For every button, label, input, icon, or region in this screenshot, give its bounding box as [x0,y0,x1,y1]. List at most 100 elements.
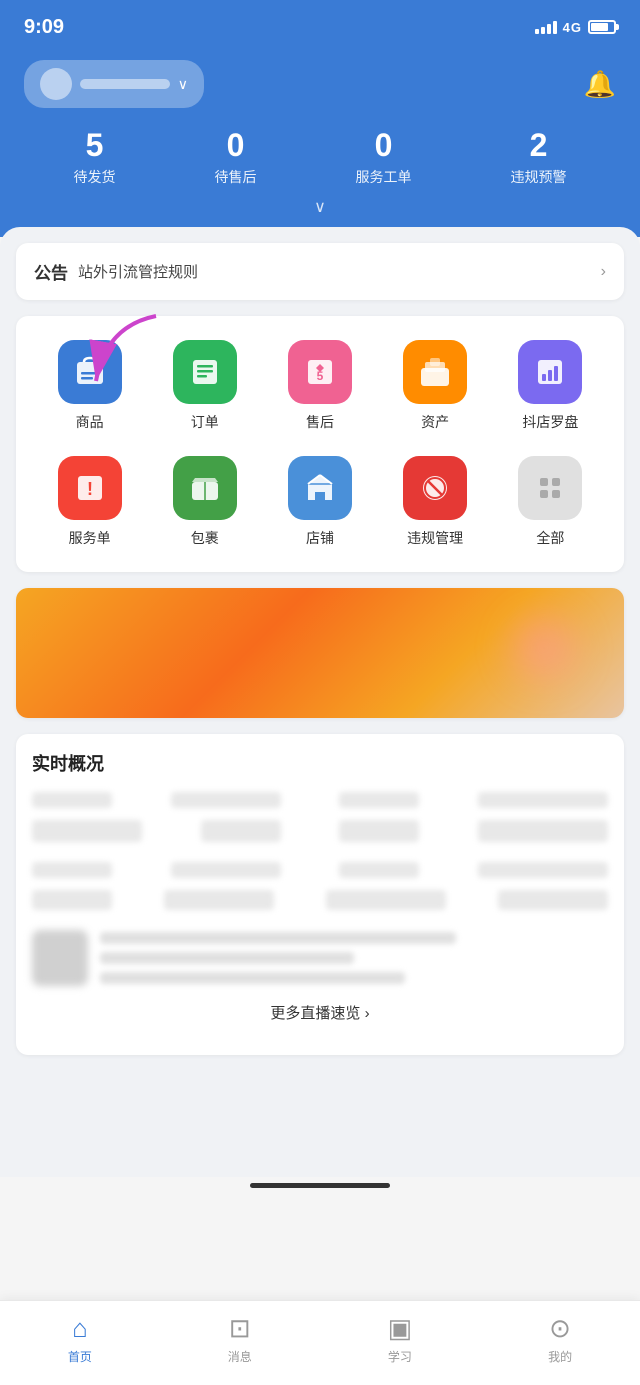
nav-label-home: 首页 [68,1348,92,1365]
violation-icon [403,456,467,520]
menu-row-2: ! 服务单 包裹 [32,448,608,556]
stat-pending-after[interactable]: 0 待售后 [215,128,257,187]
all-label: 全部 [536,528,564,548]
blur-stat-4 [478,792,608,808]
realtime-title: 实时概况 [32,750,608,776]
bell-icon[interactable]: 🔔 [584,69,616,100]
menu-item-compass[interactable]: 抖店罗盘 [500,332,600,440]
blur-val-3 [339,820,419,842]
home-indicator [250,1183,390,1188]
menu-item-violation[interactable]: 违规管理 [385,448,485,556]
aftersale-icon: 5 [288,340,352,404]
banner[interactable] [16,588,624,718]
more-arrow-icon: › [365,1005,370,1022]
menu-item-orders[interactable]: 订单 [155,332,255,440]
menu-item-shop[interactable]: 店铺 [270,448,370,556]
blur-stat-1 [32,792,112,808]
nav-label-learn: 学习 [388,1348,412,1365]
blur-stat-3 [339,792,419,808]
goods-label: 商品 [76,412,104,432]
more-text: 更多直播速览 [270,1005,360,1022]
status-bar: 9:09 4G [0,0,640,50]
assets-label: 资产 [421,412,449,432]
orders-icon [173,340,237,404]
announcement-bar[interactable]: 公告 站外引流管控规则 › [16,243,624,300]
blur-label-3 [339,862,419,878]
message-icon: ⊡ [229,1313,251,1344]
package-label: 包裹 [191,528,219,548]
nav-item-learn[interactable]: ▣ 学习 [388,1313,413,1365]
battery-icon [588,20,616,34]
blur-line-1 [100,932,456,944]
blur-row-2 [32,820,608,842]
stat-number-service: 0 [356,128,412,163]
blur-line-3 [100,972,405,984]
network-label: 4G [563,20,582,35]
home-icon: ⌂ [72,1313,88,1344]
stat-label-violation: 违规预警 [511,167,567,187]
main-content: 公告 站外引流管控规则 › [0,227,640,1177]
blur-thumbnail [32,930,88,986]
header-top: ∨ 🔔 [24,60,616,108]
stat-violation[interactable]: 2 违规预警 [511,128,567,187]
nav-label-message: 消息 [228,1348,252,1365]
menu-item-aftersale[interactable]: 5 售后 [270,332,370,440]
chevron-down-icon[interactable]: ∨ [178,76,188,93]
stat-number-violation: 2 [511,128,567,163]
blur-stat-2 [171,792,281,808]
menu-item-goods[interactable]: 商品 [40,332,140,440]
blur-thumb-content [100,930,608,986]
orders-label: 订单 [191,412,219,432]
blur-row-3 [32,862,608,878]
status-time: 9:09 [24,16,64,39]
all-icon [518,456,582,520]
expand-chevron-icon: ∨ [314,199,326,216]
stat-service-order[interactable]: 0 服务工单 [356,128,412,187]
blur-label-2 [171,862,281,878]
menu-grid: 商品 订单 5 [16,316,624,572]
svg-text:!: ! [87,479,93,499]
stat-number-ship: 5 [74,128,116,163]
blur-thumb-row [32,930,608,986]
stat-pending-ship[interactable]: 5 待发货 [74,128,116,187]
blur-val-4 [478,820,608,842]
store-avatar [40,68,72,100]
menu-item-all[interactable]: 全部 [500,448,600,556]
expand-button[interactable]: ∨ [24,197,616,217]
signal-icon [535,21,557,34]
svg-text:5: 5 [317,369,324,383]
realtime-card: 实时概况 [16,734,624,1055]
blur-sub-4 [498,890,608,910]
blur-row-4 [32,890,608,910]
goods-icon [58,340,122,404]
assets-icon [403,340,467,404]
blur-sub-3 [326,890,446,910]
blur-row-1 [32,792,608,808]
stat-label-ship: 待发货 [74,167,116,187]
stat-label-after: 待售后 [215,167,257,187]
nav-label-mine: 我的 [548,1348,572,1365]
mine-icon: ⊙ [549,1313,571,1344]
compass-label: 抖店罗盘 [522,412,578,432]
battery-fill [591,23,608,31]
blur-val-1 [32,820,142,842]
shop-icon [288,456,352,520]
more-button[interactable]: 更多直播速览 › [32,986,608,1039]
nav-item-mine[interactable]: ⊙ 我的 [548,1313,572,1365]
banner-decoration [494,608,594,688]
blur-label-1 [32,862,112,878]
compass-icon [518,340,582,404]
nav-item-home[interactable]: ⌂ 首页 [68,1313,92,1365]
service-icon: ! [58,456,122,520]
menu-item-service[interactable]: ! 服务单 [40,448,140,556]
violation-label: 违规管理 [407,528,463,548]
store-selector[interactable]: ∨ [24,60,204,108]
store-name-bar [80,79,170,89]
aftersale-label: 售后 [306,412,334,432]
package-icon [173,456,237,520]
menu-item-package[interactable]: 包裹 [155,448,255,556]
blur-sub-1 [32,890,112,910]
announcement-text: 站外引流管控规则 [78,261,601,282]
nav-item-message[interactable]: ⊡ 消息 [228,1313,252,1365]
menu-item-assets[interactable]: 资产 [385,332,485,440]
